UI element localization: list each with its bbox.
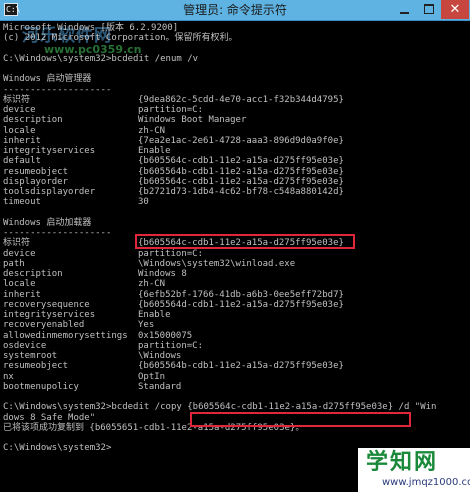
console-value: Enable <box>138 310 171 320</box>
console-line: description <box>3 115 63 126</box>
console-line: displayorder <box>3 176 69 187</box>
logo-url: www.jmqz1000.com <box>382 477 470 488</box>
console-value: Standard <box>138 381 182 392</box>
console-line: locale <box>3 279 36 290</box>
minimize-button[interactable] <box>392 0 416 19</box>
console-line: allowedinmemorysettings <box>3 330 128 341</box>
console-line: recoveryenabled <box>3 320 85 331</box>
console-line: device <box>3 105 36 115</box>
console-line: C:\Windows\system32> <box>3 443 112 454</box>
console-line: osdevice <box>3 340 47 351</box>
console-value: {b605564c-cdb1-11e2-a15a-d275ff95e03e} <box>138 156 344 167</box>
console-line: default <box>3 156 41 167</box>
console-value: OptIn <box>138 371 166 382</box>
console-line: description <box>3 269 63 279</box>
console-value: {7ea2e1ac-2e61-4728-aaa3-896d9d0a9f0e} <box>138 135 344 146</box>
highlight-box-copy-guid <box>190 412 411 427</box>
console-line: bootmenupolicy <box>3 381 79 392</box>
console-value: {b605564b-cdb1-11e2-a15a-d275ff95e03e} <box>138 166 344 177</box>
console-value: partition=C: <box>138 248 204 259</box>
console-line: dows 8 Safe Mode" <box>3 412 96 423</box>
console-line: inherit <box>3 289 41 300</box>
console-line: resumeobject <box>3 361 69 372</box>
console-line: 标识符 <box>3 238 31 249</box>
console-value: zh-CN <box>138 279 166 290</box>
console-line: integrityservices <box>3 310 96 320</box>
console-value: Windows 8 <box>138 269 187 279</box>
console-line: -------------------- <box>3 228 112 238</box>
console-value: 30 <box>138 197 149 208</box>
console-value: {b605564d-cdb1-11e2-a15a-d275ff95e03e} <box>138 299 344 310</box>
console-line: recoverysequence <box>3 299 90 310</box>
console-value: Windows Boot Manager <box>138 115 247 126</box>
console-value: {6efb52bf-1766-41db-a6b3-0ee5eff72bd7} <box>138 289 344 300</box>
console-line: resumeobject <box>3 166 69 177</box>
console-line: C:\Windows\system32>bcdedit /enum /v <box>3 53 199 64</box>
console-line: integrityservices <box>3 146 96 156</box>
console-line: Windows 启动管理器 <box>3 74 92 85</box>
console-value: 0x15000075 <box>138 330 193 341</box>
highlight-box-loader-identifier <box>135 234 355 249</box>
console-line: toolsdisplayorder <box>3 187 96 197</box>
site-logo: 学知网 www.jmqz1000.com <box>358 448 470 492</box>
console-line: inherit <box>3 135 41 146</box>
console-line: (c) 2012 Microsoft Corporation。保留所有权利。 <box>3 33 238 44</box>
close-button[interactable]: ✕ <box>441 0 469 19</box>
console-line: device <box>3 248 36 259</box>
console-value: Yes <box>138 320 155 331</box>
maximize-button[interactable] <box>417 0 441 19</box>
title-bar[interactable]: C:\ 管理员: 命令提示符 ✕ <box>0 0 470 21</box>
console-value: \Windows <box>138 351 182 361</box>
console-value: {b2721d73-1db4-4c62-bf78-c548a880142d} <box>138 187 344 197</box>
console-line: Windows 启动加载器 <box>3 217 92 228</box>
logo-title: 学知网 <box>366 450 439 475</box>
console-line: systemroot <box>3 351 58 361</box>
console-line: path <box>3 258 25 269</box>
console-value: partition=C: <box>138 105 204 115</box>
console-value: Enable <box>138 146 171 156</box>
console-line: locale <box>3 125 36 136</box>
console-line: nx <box>3 371 14 382</box>
console-line: C:\Windows\system32>bcdedit /copy {b6055… <box>3 402 437 413</box>
console-line: 标识符 <box>3 94 31 105</box>
console-value: partition=C: <box>138 340 204 351</box>
close-icon: ✕ <box>449 2 461 17</box>
console-line: -------------------- <box>3 84 112 95</box>
console-line: Microsoft Windows [版本 6.2.9200] <box>3 23 179 33</box>
console-value: {b605564b-cdb1-11e2-a15a-d275ff95e03e} <box>138 361 344 372</box>
console-value: {9dea862c-5cdd-4e70-acc1-f32b344d4795} <box>138 94 344 105</box>
console-value: \Windows\system32\winload.exe <box>138 258 296 269</box>
console-line: timeout <box>3 197 41 208</box>
console-value: zh-CN <box>138 125 166 136</box>
console-value: {b605564c-cdb1-11e2-a15a-d275ff95e03e} <box>138 176 344 187</box>
